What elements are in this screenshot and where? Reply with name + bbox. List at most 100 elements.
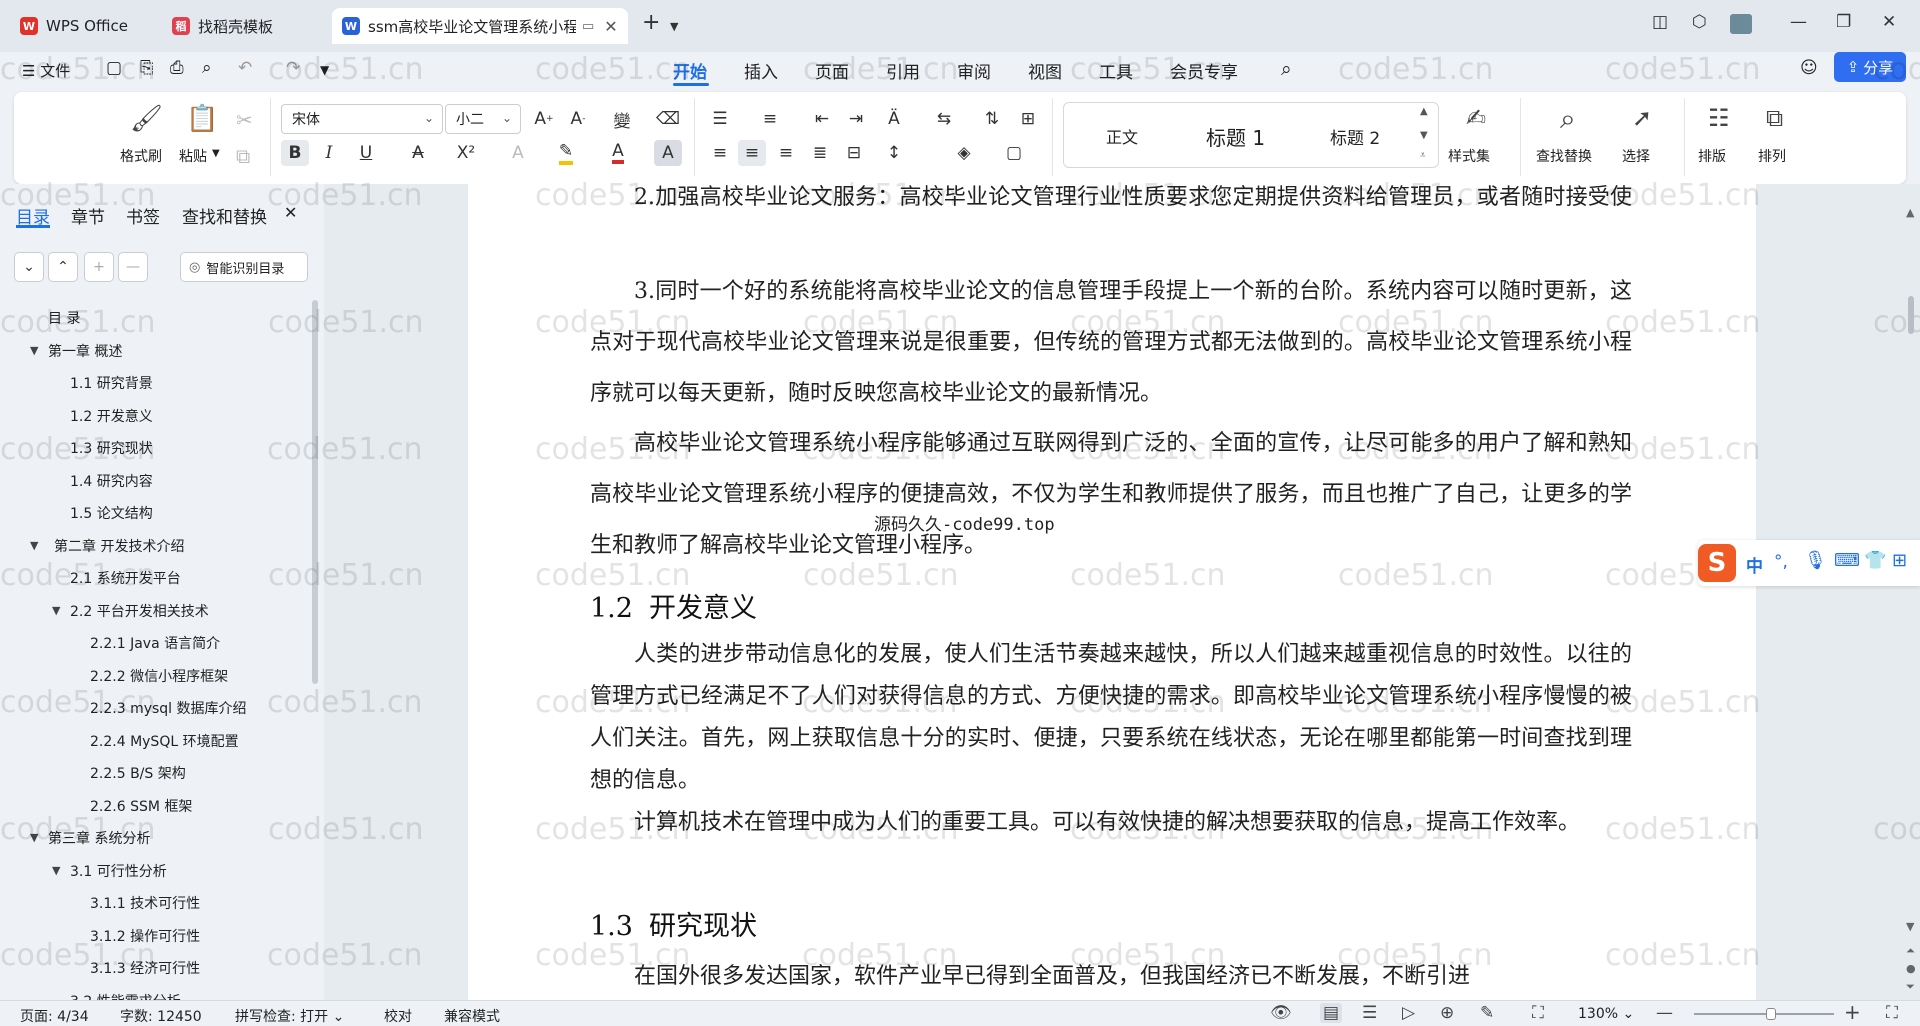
microphone-icon[interactable]: 🎙 [1804, 550, 1827, 571]
toc-item[interactable]: 3.1.1 技术可行性 [90, 893, 200, 913]
toc-item[interactable]: 2.2.4 MySQL 环境配置 [90, 731, 239, 751]
close-window-icon[interactable]: ✕ [1882, 12, 1896, 32]
paste-button[interactable]: 粘贴 [179, 146, 207, 166]
sidebar-layout-icon[interactable]: ◫ [1652, 12, 1668, 32]
line-spacing-icon[interactable]: ↕ [880, 140, 908, 166]
tab-list-chevron-icon[interactable]: ▼ [670, 20, 678, 33]
numbered-list-icon[interactable]: ≡ [756, 106, 784, 132]
style-set-icon[interactable]: ✍ [1466, 104, 1486, 132]
toc-item[interactable]: 第二章 开发技术介绍 [54, 536, 184, 556]
toc-item[interactable]: 2.2.6 SSM 框架 [90, 796, 192, 816]
menu-tab-insert[interactable]: 插入 [744, 58, 778, 83]
print-preview-icon[interactable]: ⌕ [202, 58, 212, 78]
toc-item[interactable]: 3.1 可行性分析 [70, 861, 167, 881]
shading-fill-icon[interactable]: ◈ [950, 140, 978, 166]
style-normal[interactable]: 正文 [1106, 124, 1138, 148]
fit-page-icon[interactable]: ⛶ [1532, 1003, 1544, 1023]
menu-tab-page[interactable]: 页面 [815, 58, 849, 83]
toc-item[interactable]: 1.3 研究现状 [70, 438, 153, 458]
nav-scrollbar[interactable] [312, 300, 318, 684]
align-center-icon[interactable]: ≡ [738, 140, 766, 166]
web-layout-icon[interactable]: ⊕ [1440, 1003, 1454, 1023]
write-mode-icon[interactable]: ✎ [1480, 1003, 1494, 1023]
arrange-button[interactable]: 排列 [1758, 146, 1786, 166]
format-painter-button[interactable]: 格式刷 [120, 146, 162, 166]
clear-format-icon[interactable]: ⌫ [654, 106, 682, 132]
font-size-select[interactable]: 小二 ⌄ [445, 104, 521, 134]
save-icon[interactable]: ⎘ [140, 58, 154, 78]
avatar[interactable] [1730, 14, 1752, 34]
find-replace-button[interactable]: 查找替换 [1536, 146, 1592, 166]
strikethrough-button[interactable]: A [404, 140, 432, 166]
word-count[interactable]: 字数: 12450 [120, 1006, 202, 1026]
float-window-icon[interactable]: ▭ [582, 19, 594, 34]
toc-item[interactable]: 2.2.2 微信小程序框架 [90, 666, 228, 686]
show-marks-icon[interactable]: ⊞ [1014, 106, 1042, 132]
sort-icon[interactable]: ⇅ [978, 106, 1006, 132]
chat-icon[interactable]: ☺ [1800, 58, 1818, 78]
smart-toc-button[interactable]: ◎ 智能识别目录 [180, 252, 308, 282]
style-expand-icon[interactable]: ⩡ [1420, 150, 1426, 161]
close-tab-icon[interactable]: ✕ [604, 17, 617, 36]
layout-button[interactable]: 排版 [1698, 146, 1726, 166]
align-left-icon[interactable]: ≡ [706, 140, 734, 166]
text-direction-icon[interactable]: ⇆ [930, 106, 958, 132]
toc-item[interactable]: 1.5 论文结构 [70, 503, 153, 523]
page-view-icon[interactable]: ▤ [1320, 1003, 1343, 1023]
toc-item[interactable]: 2.2.3 mysql 数据库介绍 [90, 698, 247, 718]
select-cursor-icon[interactable]: ➚ [1632, 104, 1652, 132]
scroll-up-icon[interactable]: ▲ [1906, 206, 1914, 219]
zoom-level[interactable]: 130% ⌄ [1578, 1006, 1634, 1022]
copy-icon[interactable]: ⧉ [236, 144, 250, 168]
align-right-icon[interactable]: ≡ [772, 140, 800, 166]
bold-button[interactable]: B [281, 140, 309, 166]
highlight-button[interactable]: ✎ [552, 140, 580, 166]
punctuation-icon[interactable]: °, [1774, 552, 1788, 572]
outline-view-icon[interactable]: ☰ [1362, 1003, 1377, 1023]
toc-item[interactable]: 1.2 开发意义 [70, 406, 153, 426]
keyboard-icon[interactable]: ⌨ [1834, 550, 1860, 571]
minimize-icon[interactable]: — [1790, 12, 1807, 32]
layout-icon[interactable]: ☷ [1708, 104, 1730, 132]
style-scroll-down-icon[interactable]: ▼ [1420, 130, 1428, 141]
scroll-down-icon[interactable]: ▼ [1906, 920, 1914, 933]
toc-item[interactable]: 1.1 研究背景 [70, 373, 153, 393]
tab-wps-office[interactable]: W WPS Office [10, 8, 154, 44]
format-painter-icon[interactable]: 🖌 [130, 104, 163, 134]
text-effect-icon[interactable]: A [504, 140, 532, 166]
redo-icon[interactable]: ↷ [286, 58, 300, 78]
scroll-thumb[interactable] [1908, 296, 1914, 334]
decrease-indent-icon[interactable]: ⇤ [808, 106, 836, 132]
style-heading-2[interactable]: 标题 2 [1330, 124, 1380, 149]
style-heading-1[interactable]: 标题 1 [1206, 122, 1265, 151]
menu-tab-tools[interactable]: 工具 [1099, 58, 1133, 83]
zoom-slider-track[interactable] [1694, 1013, 1834, 1015]
zoom-out-icon[interactable]: — [1656, 1003, 1673, 1023]
style-set-button[interactable]: 样式集 [1448, 146, 1490, 166]
share-button[interactable]: ⇪ 分享 [1834, 52, 1906, 82]
menu-tab-review[interactable]: 审阅 [957, 58, 991, 83]
toc-item[interactable]: 目 录 [48, 308, 80, 328]
toc-item[interactable]: 3.1.2 操作可行性 [90, 926, 200, 946]
ime-lang-toggle[interactable]: 中 [1746, 552, 1763, 577]
toc-item[interactable]: 第一章 概述 [48, 341, 122, 361]
nav-tab-find-replace[interactable]: 查找和替换 [182, 203, 267, 228]
menu-tab-view[interactable]: 视图 [1028, 58, 1062, 83]
toc-item[interactable]: 2.2.1 Java 语言简介 [90, 633, 220, 653]
skin-icon[interactable]: 👕 [1864, 550, 1886, 571]
close-nav-icon[interactable]: ✕ [284, 203, 297, 222]
chinese-layout-icon[interactable]: Ä [880, 106, 908, 132]
select-browse-icon[interactable]: ● [1906, 962, 1916, 975]
toc-toggle-icon[interactable]: ▼ [30, 539, 38, 552]
cube-icon[interactable]: ⬡ [1692, 12, 1707, 32]
menu-tab-home[interactable]: 开始 [673, 58, 707, 83]
print-icon[interactable]: ⎙ [170, 58, 184, 78]
expand-up-icon[interactable]: ⌃ [48, 252, 78, 282]
border-icon[interactable]: ▢ [1000, 140, 1028, 166]
paste-icon[interactable]: 📋 [186, 104, 218, 134]
sogou-logo-icon[interactable]: S [1698, 544, 1736, 582]
tab-docer-template[interactable]: 稻 找稻壳模板 [162, 8, 326, 44]
toc-toggle-icon[interactable]: ▼ [30, 831, 38, 844]
zoom-slider-thumb[interactable] [1766, 1008, 1776, 1020]
undo-icon[interactable]: ↶ [238, 58, 252, 78]
